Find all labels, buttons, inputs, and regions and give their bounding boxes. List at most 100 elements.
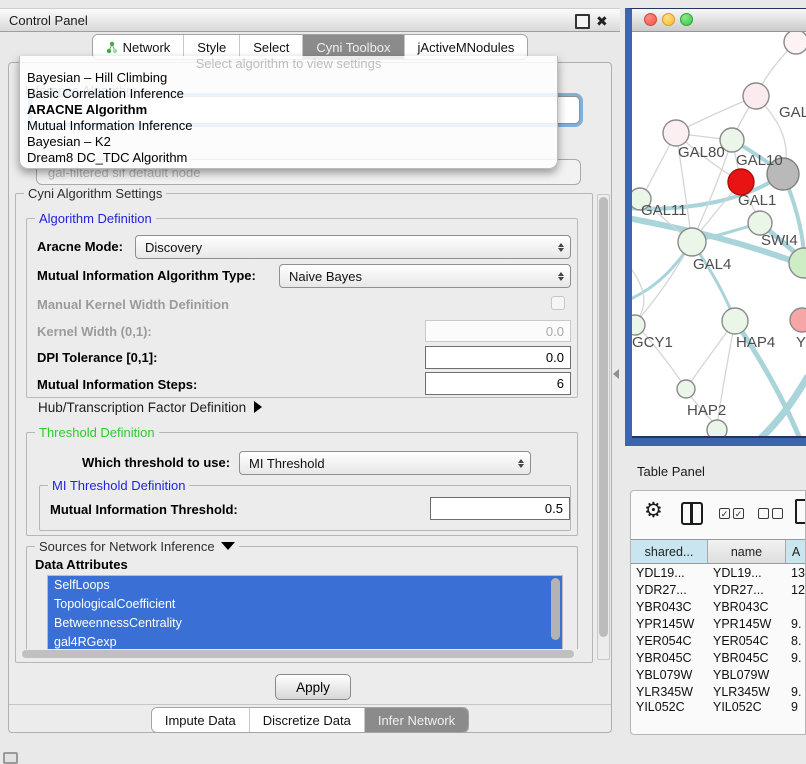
- aracne-mode-select[interactable]: Discovery: [135, 235, 571, 259]
- manual-kernel-checkbox[interactable]: [551, 296, 565, 310]
- table-panel-title: Table Panel: [625, 458, 806, 484]
- algorithm-definition-group: Algorithm Definition Aracne Mode: Discov…: [26, 218, 578, 398]
- gear-icon[interactable]: ⚙: [644, 498, 663, 523]
- threshold-definition-group: Threshold Definition Which threshold to …: [26, 432, 578, 536]
- aracne-mode-label: Aracne Mode:: [37, 239, 123, 254]
- node-label: GAL: [779, 104, 806, 121]
- combo-stepper-icon: [558, 265, 564, 287]
- column-header-name[interactable]: name: [708, 540, 786, 563]
- table-row[interactable]: YPR145WYPR145W9.: [631, 615, 806, 632]
- manual-kernel-label: Manual Kernel Width Definition: [37, 297, 229, 312]
- table-row[interactable]: YBL079WYBL079W: [631, 666, 806, 683]
- node-label: Y: [796, 334, 806, 351]
- mi-threshold-field[interactable]: 0.5: [430, 497, 570, 520]
- columns-icon[interactable]: [681, 502, 703, 525]
- network-node-gcy1[interactable]: [632, 315, 645, 335]
- mi-threshold-label: Mutual Information Threshold:: [50, 502, 238, 517]
- network-icon: [106, 41, 118, 54]
- node-label: HAP4: [736, 334, 775, 351]
- zoom-traffic-light-icon[interactable]: [680, 13, 693, 26]
- tab-impute-data[interactable]: Impute Data: [152, 708, 250, 732]
- bottom-tabbar: Impute Data Discretize Data Infer Networ…: [9, 707, 611, 733]
- network-node[interactable]: [784, 32, 806, 54]
- combo-stepper-icon: [518, 452, 524, 474]
- network-node[interactable]: [707, 420, 727, 436]
- table-row[interactable]: YIL052CYIL052C9: [631, 700, 806, 713]
- kernel-width-field[interactable]: 0.0: [425, 320, 571, 342]
- algorithm-option[interactable]: Basic Correlation Inference: [20, 86, 557, 102]
- list-scrollbar[interactable]: [551, 578, 560, 640]
- cyni-toolbox-panel: Inference Algorithm gal-filtered sif def…: [8, 62, 612, 733]
- network-node-hap2[interactable]: [677, 380, 695, 398]
- panel-divider-line: [9, 704, 611, 705]
- close-traffic-light-icon[interactable]: [644, 13, 657, 26]
- list-item[interactable]: SelfLoops: [48, 576, 562, 595]
- new-table-icon[interactable]: [795, 499, 806, 524]
- node-label: GAL1: [738, 192, 776, 209]
- split-pane-collapse-handle[interactable]: [613, 369, 619, 379]
- data-attributes-list[interactable]: SelfLoops TopologicalCoefficient Between…: [47, 575, 563, 653]
- list-item[interactable]: TopologicalCoefficient: [48, 595, 562, 614]
- node-label: SWI4: [761, 232, 798, 249]
- algorithm-option[interactable]: Mutual Information Inference: [20, 118, 557, 134]
- algorithm-option[interactable]: Bayesian – Hill Climbing: [20, 70, 557, 86]
- table-row[interactable]: YDL19...YDL19...13: [631, 564, 806, 581]
- table-panel: ⚙ ✓✓ shared... name A YDL19...YDL19...13…: [630, 490, 806, 735]
- network-window-titlebar[interactable]: [632, 9, 806, 32]
- mi-type-select[interactable]: Naive Bayes: [279, 264, 571, 288]
- mi-threshold-definition-group: MI Threshold Definition Mutual Informati…: [39, 485, 571, 531]
- algorithm-option[interactable]: Dream8 DC_TDC Algorithm: [20, 150, 557, 166]
- table-toolbar: ⚙ ✓✓: [631, 491, 805, 539]
- expander-arrow-down-icon: [221, 542, 235, 550]
- dpi-tolerance-field[interactable]: 0.0: [425, 346, 571, 369]
- hub-definition-expander[interactable]: Hub/Transcription Factor Definition: [38, 400, 262, 415]
- network-node-gal[interactable]: [743, 83, 769, 109]
- sources-title-toggle[interactable]: Sources for Network Inference: [35, 539, 239, 554]
- control-panel-titlebar: Control Panel ✖: [0, 8, 620, 32]
- which-threshold-label: Which threshold to use:: [82, 455, 230, 470]
- minimized-panel-icon[interactable]: [3, 752, 18, 764]
- algorithm-option-selected[interactable]: ARACNE Algorithm: [20, 102, 557, 118]
- network-node-gal80[interactable]: [663, 120, 689, 146]
- table-header-row: shared... name A: [631, 539, 806, 564]
- node-label: GAL80: [678, 144, 725, 161]
- table-row[interactable]: YDR27...YDR27...12: [631, 581, 806, 598]
- network-canvas[interactable]: GAL GAL80 GAL10 GAL1 GAL11 SWI4 GAL4 GCY…: [632, 32, 806, 438]
- apply-button[interactable]: Apply: [275, 674, 351, 700]
- dpi-tolerance-label: DPI Tolerance [0,1]:: [37, 350, 157, 365]
- table-row[interactable]: YER054CYER054C8.: [631, 632, 806, 649]
- deselect-all-columns-icon[interactable]: [758, 508, 783, 519]
- algorithm-option[interactable]: Bayesian – K2: [20, 134, 557, 150]
- expander-arrow-right-icon: [254, 401, 262, 413]
- table-row[interactable]: YBR045CYBR045C9.: [631, 649, 806, 666]
- kernel-width-label: Kernel Width (0,1):: [37, 324, 152, 339]
- column-header-partial[interactable]: A: [786, 540, 806, 563]
- network-node-y[interactable]: [790, 308, 806, 332]
- cyni-algorithm-settings-group: Cyni Algorithm Settings Algorithm Defini…: [15, 193, 593, 663]
- select-all-columns-icon[interactable]: ✓✓: [719, 508, 744, 519]
- network-node-gal4[interactable]: [678, 228, 706, 256]
- network-view-window: GAL GAL80 GAL10 GAL1 GAL11 SWI4 GAL4 GCY…: [625, 8, 806, 446]
- float-window-icon[interactable]: [575, 14, 590, 29]
- node-label: GAL10: [736, 152, 783, 169]
- hub-definition-label: Hub/Transcription Factor Definition: [38, 400, 246, 415]
- close-icon[interactable]: ✖: [596, 14, 608, 28]
- which-threshold-select[interactable]: MI Threshold: [239, 451, 531, 475]
- node-table: shared... name A YDL19...YDL19...13 YDR2…: [631, 539, 806, 713]
- sources-group: Sources for Network Inference Data Attri…: [26, 546, 578, 652]
- tab-infer-network[interactable]: Infer Network: [365, 708, 468, 732]
- network-node-hap4[interactable]: [722, 308, 748, 334]
- list-item[interactable]: BetweennessCentrality: [48, 614, 562, 633]
- table-row[interactable]: YLR345WYLR345W9.: [631, 683, 806, 700]
- algorithm-definition-title: Algorithm Definition: [35, 211, 156, 226]
- mi-steps-field[interactable]: 6: [425, 372, 571, 395]
- data-attributes-label: Data Attributes: [35, 557, 128, 572]
- column-header-shared-name[interactable]: shared...: [631, 540, 708, 563]
- settings-horizontal-scrollbar[interactable]: [20, 649, 584, 659]
- algorithm-dropdown-placeholder: Select algorithm to view settings: [20, 57, 557, 70]
- tab-discretize-data[interactable]: Discretize Data: [250, 708, 365, 732]
- control-panel-title: Control Panel: [9, 13, 88, 28]
- settings-vertical-scrollbar[interactable]: [597, 194, 610, 660]
- table-row[interactable]: YBR043CYBR043C: [631, 598, 806, 615]
- minimize-traffic-light-icon[interactable]: [662, 13, 675, 26]
